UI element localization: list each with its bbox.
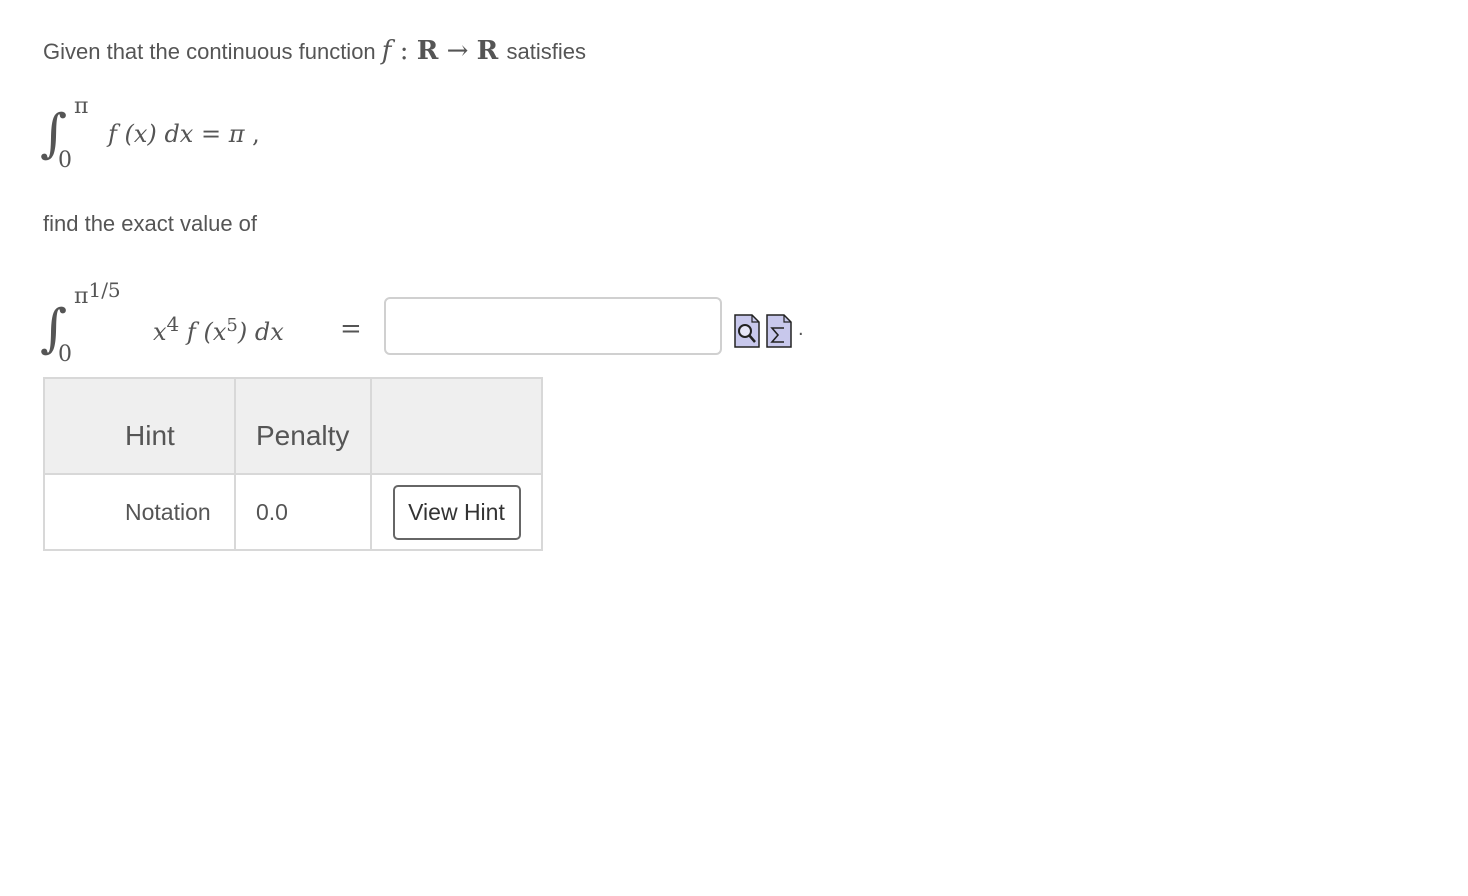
paren-open: (x bbox=[203, 318, 227, 346]
equals-symbol-2: = bbox=[340, 314, 362, 344]
action-cell: View Hint bbox=[370, 473, 543, 551]
trailing-period: . bbox=[798, 318, 804, 340]
table-row: Notation 0.0 View Hint bbox=[43, 473, 543, 551]
inner-exponent: 5 bbox=[226, 315, 238, 336]
upper-exp: 1/5 bbox=[88, 278, 121, 302]
dx-symbol-2: dx bbox=[254, 318, 284, 346]
dx-symbol: dx bbox=[164, 120, 194, 148]
hints-header-row: Hint Penalty bbox=[43, 377, 543, 475]
function-signature: f : R → R bbox=[382, 36, 507, 66]
equals-symbol: = bbox=[200, 120, 222, 148]
intro-label: Given that the continuous function bbox=[43, 39, 376, 64]
upper-base: π bbox=[74, 284, 89, 309]
intro-text: Given that the continuous function f : R… bbox=[43, 36, 586, 66]
hints-table: Hint Penalty Notation 0.0 View Hint bbox=[43, 377, 543, 551]
colon-symbol: : bbox=[399, 36, 409, 66]
x-symbol: x bbox=[153, 318, 167, 346]
arrow-symbol: → bbox=[446, 36, 469, 66]
integral-2-lower: 0 bbox=[58, 342, 72, 367]
integrand-f: f bbox=[108, 120, 117, 148]
header-action bbox=[370, 377, 543, 475]
f-symbol-2: f bbox=[186, 318, 196, 346]
paren-close: ) bbox=[237, 318, 248, 346]
answer-input[interactable] bbox=[384, 297, 722, 355]
integral-2-body: x4 f (x5) dx bbox=[153, 312, 284, 346]
header-hint: Hint bbox=[43, 377, 236, 475]
find-text: find the exact value of bbox=[43, 211, 258, 236]
comma-symbol: , bbox=[252, 120, 260, 148]
equation-editor-icon[interactable] bbox=[766, 314, 792, 348]
integral-2-upper: π1/5 bbox=[74, 280, 121, 308]
view-hint-button[interactable]: View Hint bbox=[392, 484, 521, 540]
integrand-arg: (x) bbox=[124, 120, 157, 148]
codomain-symbol: R bbox=[476, 36, 499, 66]
penalty-cell: 0.0 bbox=[234, 473, 372, 551]
integral-1-upper: π bbox=[74, 94, 89, 119]
hint-name-cell: Notation bbox=[43, 473, 236, 551]
x-exponent: 4 bbox=[166, 312, 180, 336]
domain-symbol: R bbox=[416, 36, 439, 66]
integral-1-body: f (x) dx = π , bbox=[108, 120, 260, 148]
integral-value: π bbox=[228, 120, 245, 148]
f-symbol: f bbox=[381, 36, 392, 66]
integral-1-lower: 0 bbox=[58, 148, 72, 173]
intro-end-label: satisfies bbox=[506, 39, 587, 64]
header-penalty: Penalty bbox=[234, 377, 372, 475]
preview-icon[interactable] bbox=[734, 314, 760, 348]
